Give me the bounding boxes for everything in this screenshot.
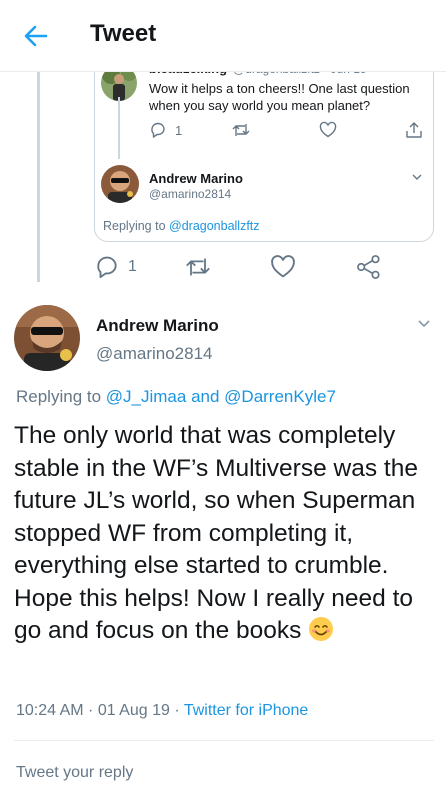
- tweet-timestamp: 10:24 AM · 01 Aug 19 · Twitter for iPhon…: [16, 702, 308, 720]
- thread-connector-line: [37, 72, 40, 282]
- reply-button[interactable]: 1: [94, 254, 137, 280]
- tweet-source-link[interactable]: Twitter for iPhone: [184, 702, 309, 719]
- mention-link[interactable]: @J_Jimaa: [106, 387, 187, 406]
- tweet-text: Wow it helps a ton cheers!! One last que…: [149, 81, 410, 113]
- mention-link[interactable]: @DarrenKyle7: [224, 387, 336, 406]
- tweet-time: 10:24 AM · 01 Aug 19 ·: [16, 702, 184, 719]
- share-button[interactable]: [356, 254, 382, 280]
- avatar[interactable]: [101, 165, 139, 203]
- back-arrow-icon[interactable]: [22, 22, 50, 50]
- author-handle[interactable]: @amarino2814: [149, 187, 231, 201]
- tweet-actions: 1: [94, 254, 394, 280]
- page-title: Tweet: [90, 20, 157, 47]
- author-name[interactable]: Andrew Marino: [96, 316, 219, 336]
- reply-input[interactable]: Tweet your reply: [16, 764, 133, 782]
- replying-prefix: Replying to: [103, 219, 170, 233]
- reply-count: 1: [128, 258, 137, 275]
- tweet-text: The only world that was completely stabl…: [14, 420, 442, 648]
- mention-link[interactable]: @dragonballzftz: [169, 219, 260, 233]
- author-name[interactable]: Andrew Marino: [149, 171, 243, 186]
- reply-button[interactable]: 1: [149, 120, 182, 140]
- replying-prefix: Replying to: [16, 387, 106, 406]
- retweet-button[interactable]: [184, 254, 212, 280]
- like-button[interactable]: [319, 120, 337, 140]
- share-button[interactable]: [405, 120, 423, 140]
- share-icon: [357, 255, 380, 279]
- reply-icon: [97, 256, 117, 279]
- share-icon: [406, 122, 422, 138]
- quoted-thread-card[interactable]: bleadze.king @dragonballzftz · Jun 19 Wo…: [94, 46, 434, 242]
- chevron-down-icon[interactable]: [411, 171, 423, 183]
- author-handle[interactable]: @amarino2814: [96, 344, 213, 364]
- thread-connector-line: [118, 97, 120, 159]
- replying-and: and: [186, 387, 225, 406]
- divider: [14, 740, 434, 741]
- retweet-icon: [186, 258, 210, 276]
- retweet-button[interactable]: [231, 120, 251, 140]
- like-button[interactable]: [270, 254, 296, 280]
- heart-icon: [319, 121, 337, 138]
- replying-to-line: Replying to @J_Jimaa and @DarrenKyle7: [16, 387, 336, 407]
- avatar[interactable]: [14, 305, 80, 371]
- reply-icon: [151, 122, 165, 138]
- tweet-body: The only world that was completely stabl…: [14, 422, 418, 644]
- replying-to-line: Replying to @dragonballzftz: [103, 219, 260, 233]
- retweet-icon: [232, 124, 250, 136]
- smiling-face-emoji-icon: [309, 617, 334, 641]
- top-bar: Tweet: [0, 0, 446, 72]
- heart-icon: [271, 255, 295, 278]
- chevron-down-icon[interactable]: [416, 316, 432, 332]
- reply-count: 1: [175, 122, 183, 138]
- tweet-actions: 1: [149, 120, 425, 140]
